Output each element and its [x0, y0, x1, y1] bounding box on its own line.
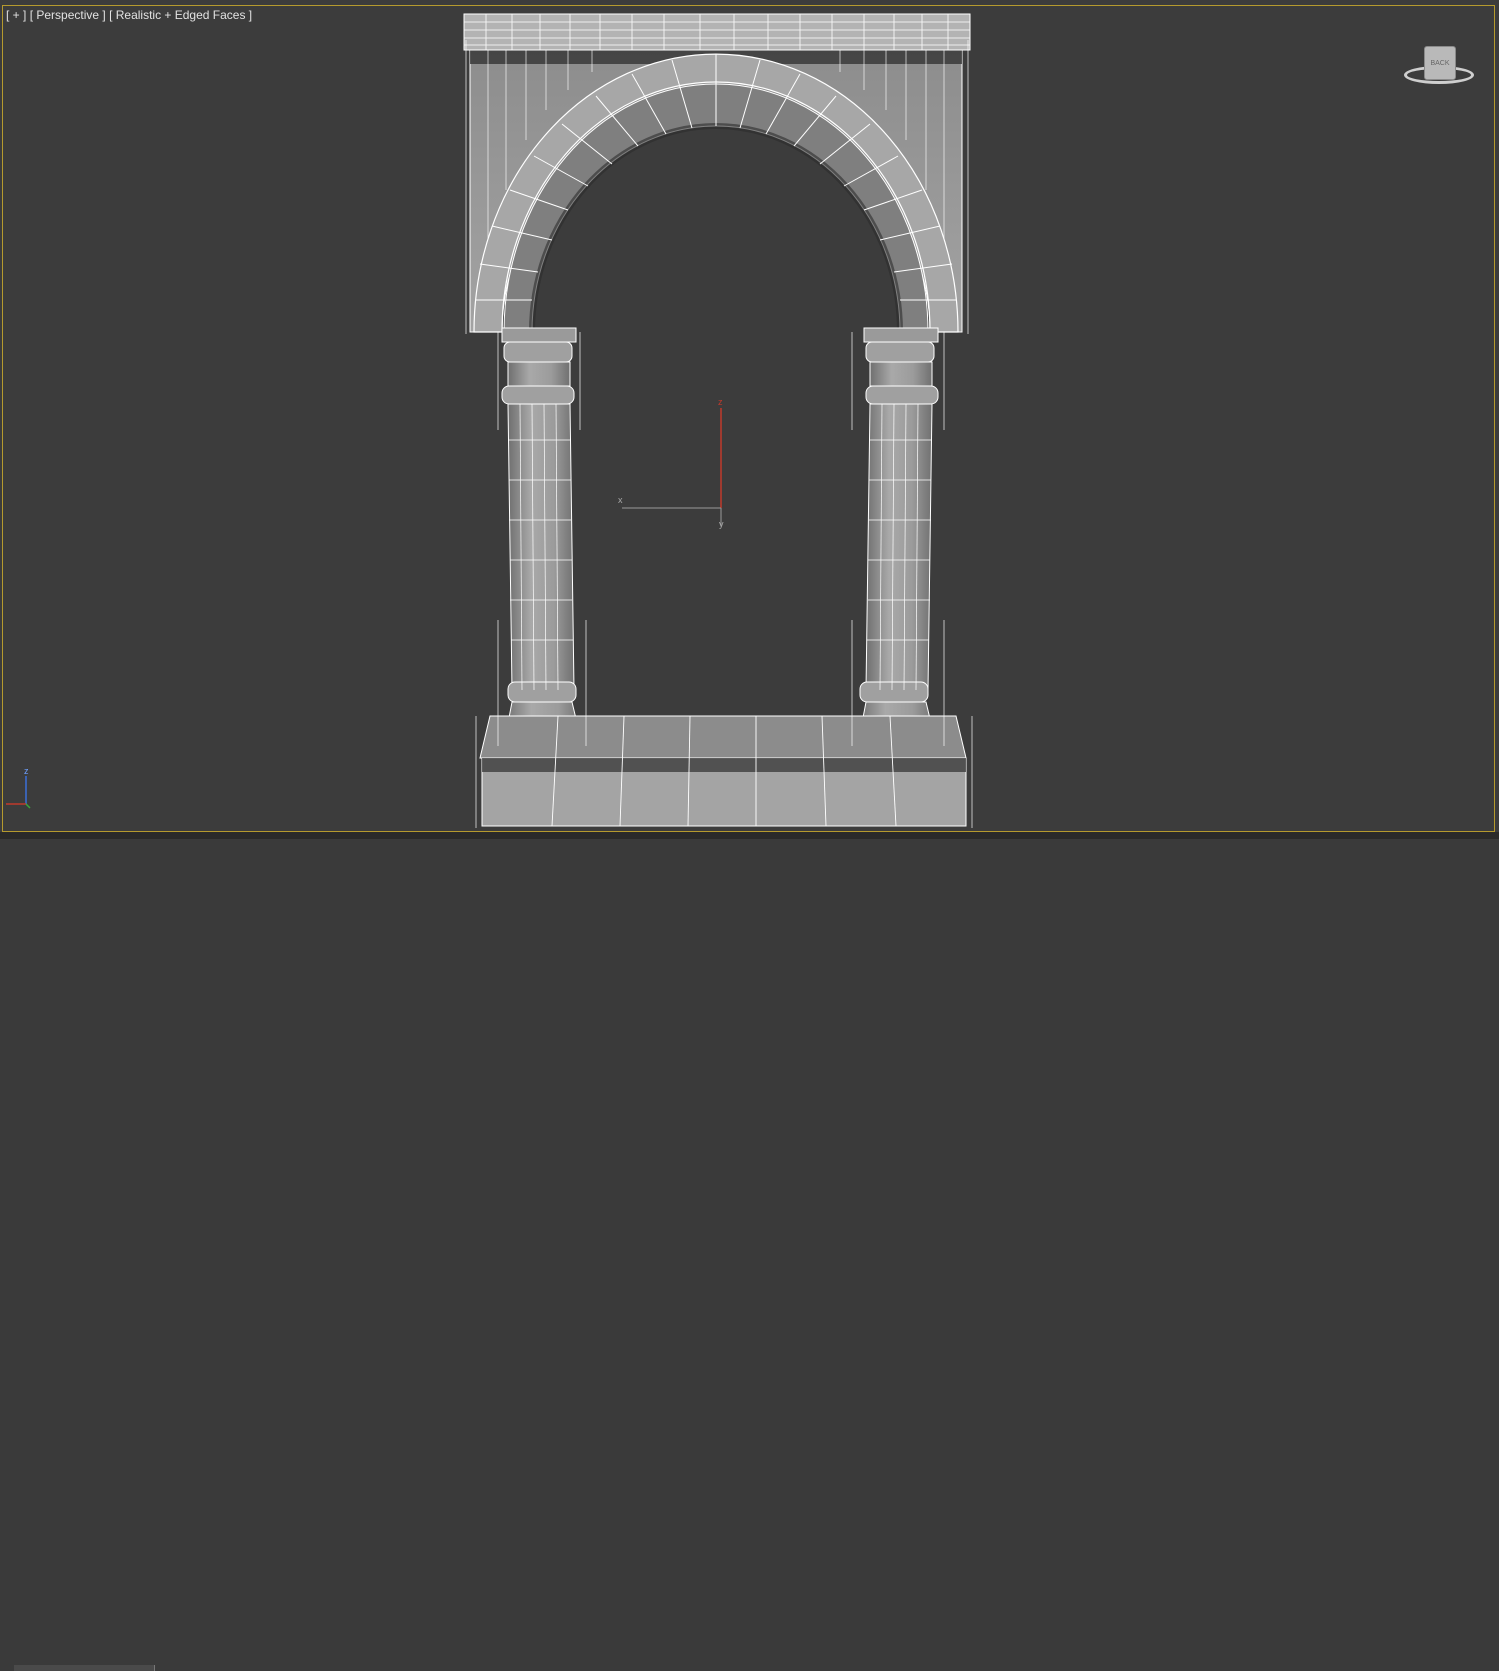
- viewcube-face-back[interactable]: BACK: [1424, 46, 1456, 80]
- left-column: [501, 327, 583, 745]
- gizmo-z-label: z: [718, 397, 723, 407]
- world-z-label: z: [24, 766, 29, 776]
- gizmo-x-label: x: [618, 495, 623, 505]
- viewport-label: [ + ] [ Perspective ] [ Realistic + Edge…: [6, 8, 252, 22]
- transform-gizmo[interactable]: z x y: [618, 397, 724, 529]
- world-axis-tripod: z: [6, 766, 31, 809]
- right-column: [857, 327, 939, 745]
- arch-model[interactable]: z x y: [0, 0, 1499, 839]
- viewport-menu-plus[interactable]: [ + ]: [6, 8, 26, 22]
- base-top: [479, 715, 967, 759]
- gizmo-y-label: y: [719, 519, 724, 529]
- viewport-view-menu[interactable]: [ Perspective ]: [30, 8, 106, 22]
- viewcube[interactable]: BACK: [1400, 40, 1480, 92]
- viewport-shading-menu[interactable]: [ Realistic + Edged Faces ]: [109, 8, 252, 22]
- perspective-viewport[interactable]: z x y [ + ] [ Perspective ] [ Realistic …: [0, 0, 1499, 1671]
- status-strip: [0, 832, 1499, 1671]
- time-slider[interactable]: [14, 1665, 155, 1671]
